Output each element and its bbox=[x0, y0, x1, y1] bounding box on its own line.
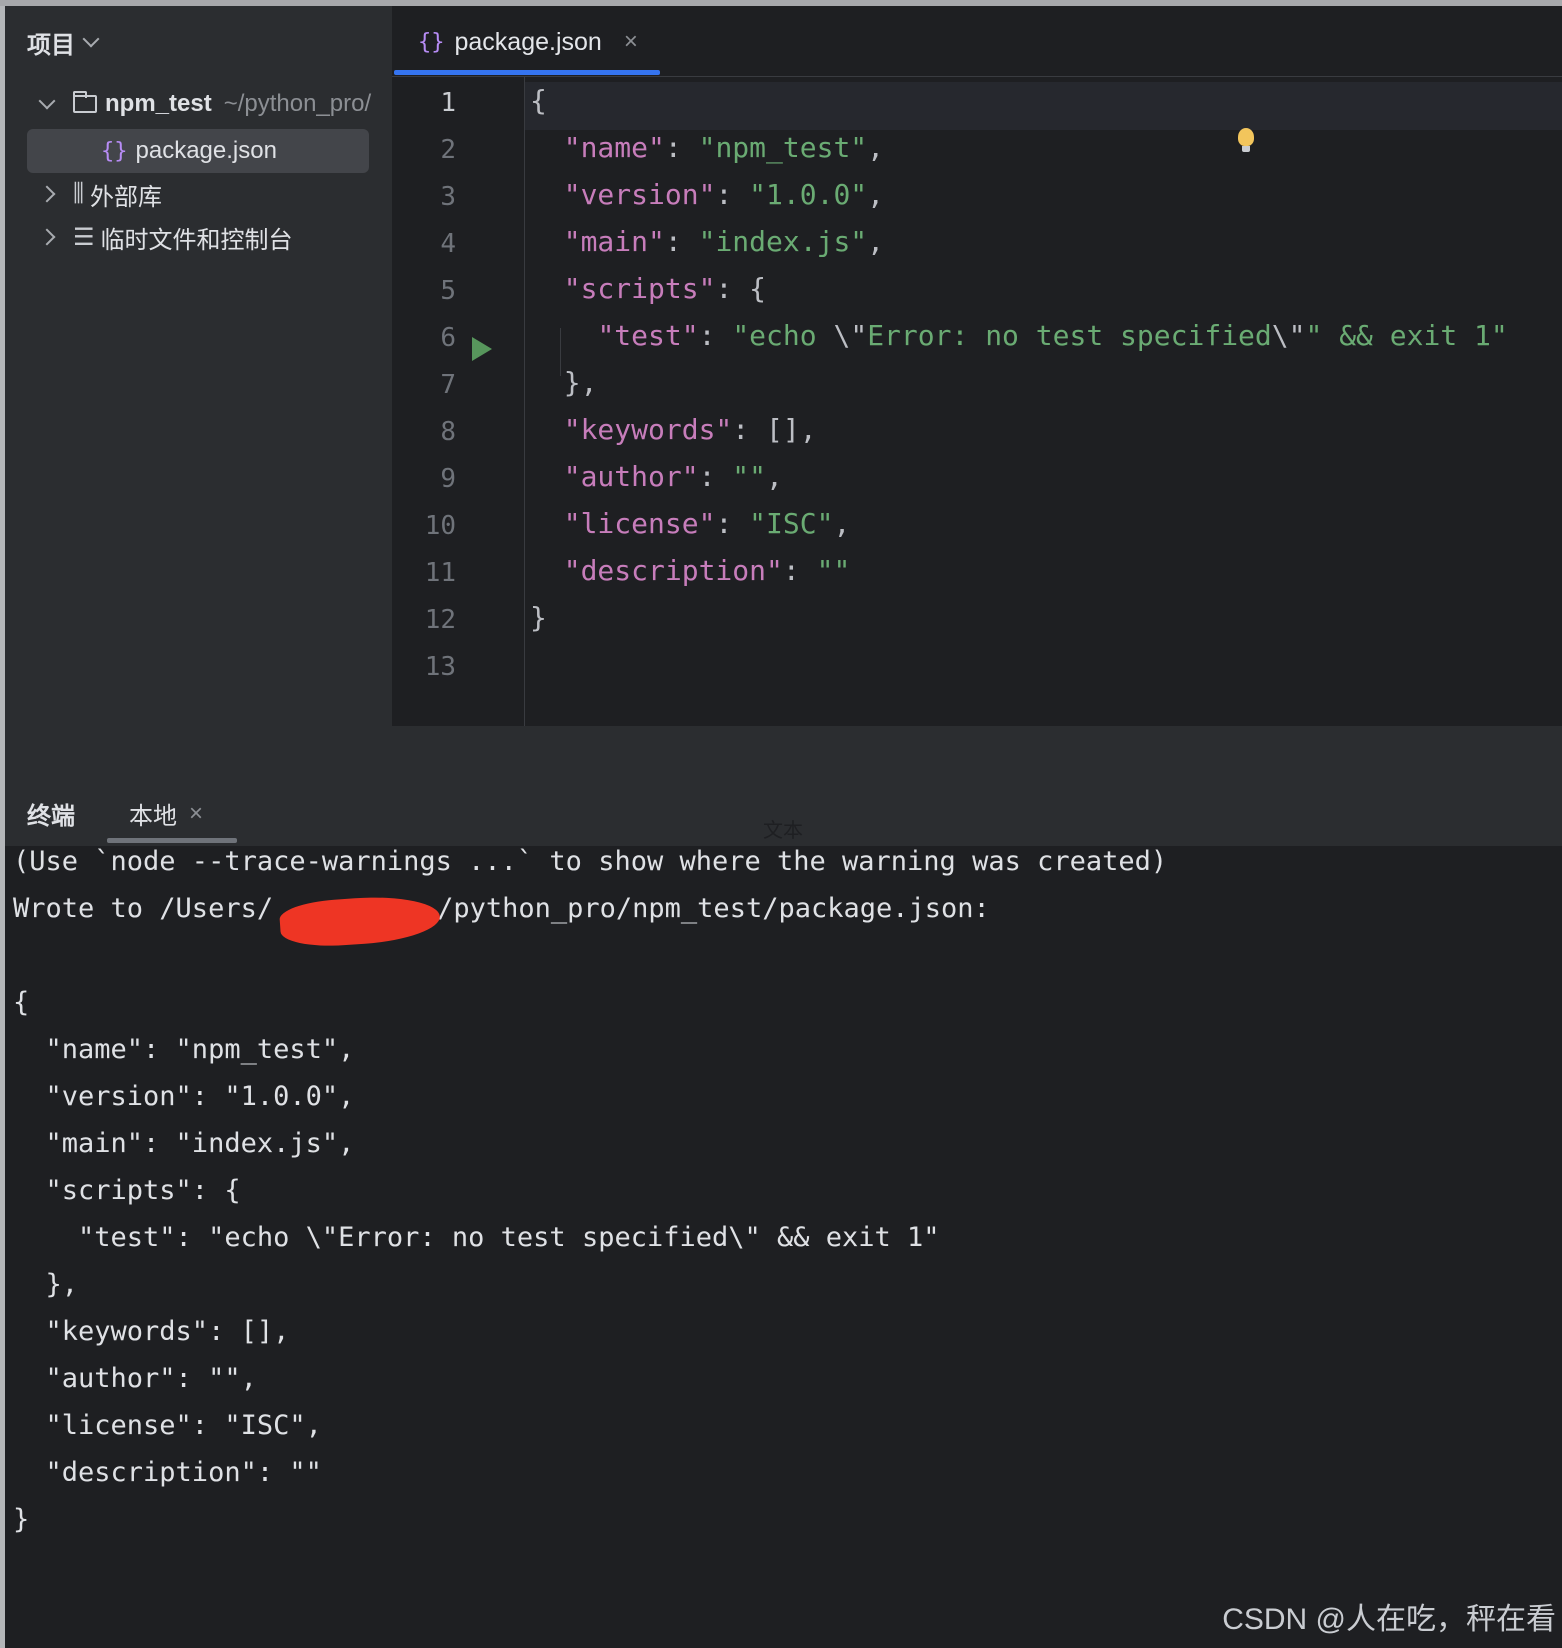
tree-item-label: package.json bbox=[135, 137, 277, 164]
terminal-line: "keywords": [], bbox=[13, 1316, 290, 1347]
line-number: 13 bbox=[424, 652, 456, 682]
terminal-line: "version": "1.0.0", bbox=[13, 1081, 355, 1112]
code-editor: {} package.json × 1 2 3 4 5 6 7 8 9 10 1… bbox=[392, 6, 1562, 770]
terminal-output[interactable]: (Use `node --trace-warnings ...` to show… bbox=[5, 846, 1562, 1648]
folder-icon bbox=[73, 91, 97, 113]
terminal-line: Wrote to /Users//python_pro/npm_test/pac… bbox=[13, 893, 990, 924]
line-number: 8 bbox=[440, 417, 456, 447]
code-line[interactable]: "keywords": [], bbox=[530, 413, 817, 446]
line-number: 10 bbox=[424, 511, 456, 541]
active-tab-indicator bbox=[394, 70, 660, 75]
terminal-line: "main": "index.js", bbox=[13, 1128, 355, 1159]
code-line[interactable]: "scripts": { bbox=[530, 272, 766, 305]
line-number: 6 bbox=[440, 323, 456, 353]
watermark: CSDN @人在吃，秤在看 bbox=[1222, 1603, 1556, 1636]
tree-item-label: npm_test bbox=[105, 90, 212, 117]
editor-footer bbox=[392, 726, 1562, 770]
lightbulb-icon[interactable] bbox=[1238, 128, 1254, 152]
terminal-line: } bbox=[13, 1504, 30, 1535]
terminal-line: "scripts": { bbox=[13, 1175, 241, 1206]
terminal-line: (Use `node --trace-warnings ...` to show… bbox=[13, 846, 1168, 877]
code-line[interactable]: "version": "1.0.0", bbox=[530, 178, 884, 211]
code-line[interactable]: }, bbox=[530, 366, 598, 399]
tab-package-json[interactable]: {} package.json × bbox=[418, 20, 638, 64]
code-line[interactable]: "test": "echo \"Error: no test specified… bbox=[530, 319, 1507, 352]
terminal-line: "test": "echo \"Error: no test specified… bbox=[13, 1222, 940, 1253]
code-line[interactable]: "author": "", bbox=[530, 460, 783, 493]
line-number-gutter: 1 2 3 4 5 6 7 8 9 10 11 12 13 bbox=[392, 76, 524, 726]
line-number: 4 bbox=[440, 229, 456, 259]
json-braces-icon: {} bbox=[418, 29, 445, 55]
chevron-down-icon bbox=[82, 30, 100, 48]
gutter-divider bbox=[524, 76, 525, 726]
chevron-down-icon bbox=[38, 92, 56, 110]
line-number: 5 bbox=[440, 276, 456, 306]
current-line-highlight bbox=[525, 82, 1562, 130]
tab-label: package.json bbox=[454, 27, 602, 56]
terminal-line: { bbox=[13, 987, 30, 1018]
close-tab-icon[interactable]: × bbox=[189, 800, 203, 828]
terminal-header: 终端 本地 × 文本 bbox=[5, 770, 1562, 846]
code-line[interactable]: { bbox=[530, 84, 547, 117]
chevron-right-icon bbox=[38, 185, 56, 203]
project-title: 项目 bbox=[27, 31, 75, 59]
tab-label: 本地 bbox=[129, 803, 177, 830]
line-number: 7 bbox=[440, 370, 456, 400]
tab-local-terminal[interactable]: 本地 × bbox=[129, 796, 203, 831]
json-braces-icon: {} bbox=[101, 138, 128, 164]
line-number: 1 bbox=[440, 88, 456, 118]
code-line[interactable]: } bbox=[530, 601, 547, 634]
chevron-right-icon bbox=[38, 228, 56, 246]
scratch-console-icon: ☰ bbox=[73, 223, 95, 251]
line-number: 9 bbox=[440, 464, 456, 494]
line-number: 12 bbox=[424, 605, 456, 635]
tree-item-path: ~/python_pro/ bbox=[223, 90, 372, 117]
terminal-line: "description": "" bbox=[13, 1457, 322, 1488]
terminal-title: 终端 bbox=[27, 803, 75, 830]
line-number: 3 bbox=[440, 182, 456, 212]
line-number: 2 bbox=[440, 135, 456, 165]
project-view-selector[interactable]: 项目 bbox=[27, 22, 100, 62]
tree-item-label: 临时文件和控制台 bbox=[100, 226, 293, 254]
tree-item-npm-test[interactable]: npm_test ~/python_pro/ bbox=[5, 82, 392, 126]
code-line[interactable]: "description": "" bbox=[530, 554, 851, 587]
terminal-line: }, bbox=[13, 1269, 79, 1300]
terminal-line: "license": "ISC", bbox=[13, 1410, 322, 1441]
code-line[interactable]: "license": "ISC", bbox=[530, 507, 851, 540]
tooltip-text: 文本 bbox=[763, 814, 803, 843]
tree-item-package-json[interactable]: {} package.json bbox=[5, 129, 392, 173]
run-script-icon[interactable] bbox=[472, 337, 492, 361]
active-tab-indicator bbox=[107, 838, 237, 843]
tree-item-external-libraries[interactable]: ⫼ 外部库 bbox=[5, 172, 392, 216]
code-line[interactable]: "main": "index.js", bbox=[530, 225, 884, 258]
tree-item-label: 外部库 bbox=[90, 183, 163, 211]
library-icon: ⫼ bbox=[73, 180, 85, 207]
project-sidebar: 项目 npm_test ~/python_pro/ {} package.jso… bbox=[5, 6, 392, 770]
code-line[interactable]: "name": "npm_test", bbox=[530, 131, 884, 164]
close-tab-icon[interactable]: × bbox=[624, 28, 638, 56]
editor-tab-bar: {} package.json × bbox=[392, 6, 1562, 77]
line-number: 11 bbox=[424, 558, 456, 588]
terminal-line: "name": "npm_test", bbox=[13, 1034, 355, 1065]
tree-item-scratches-and-consoles[interactable]: ☰ 临时文件和控制台 bbox=[5, 215, 392, 259]
terminal-line: "author": "", bbox=[13, 1363, 257, 1394]
